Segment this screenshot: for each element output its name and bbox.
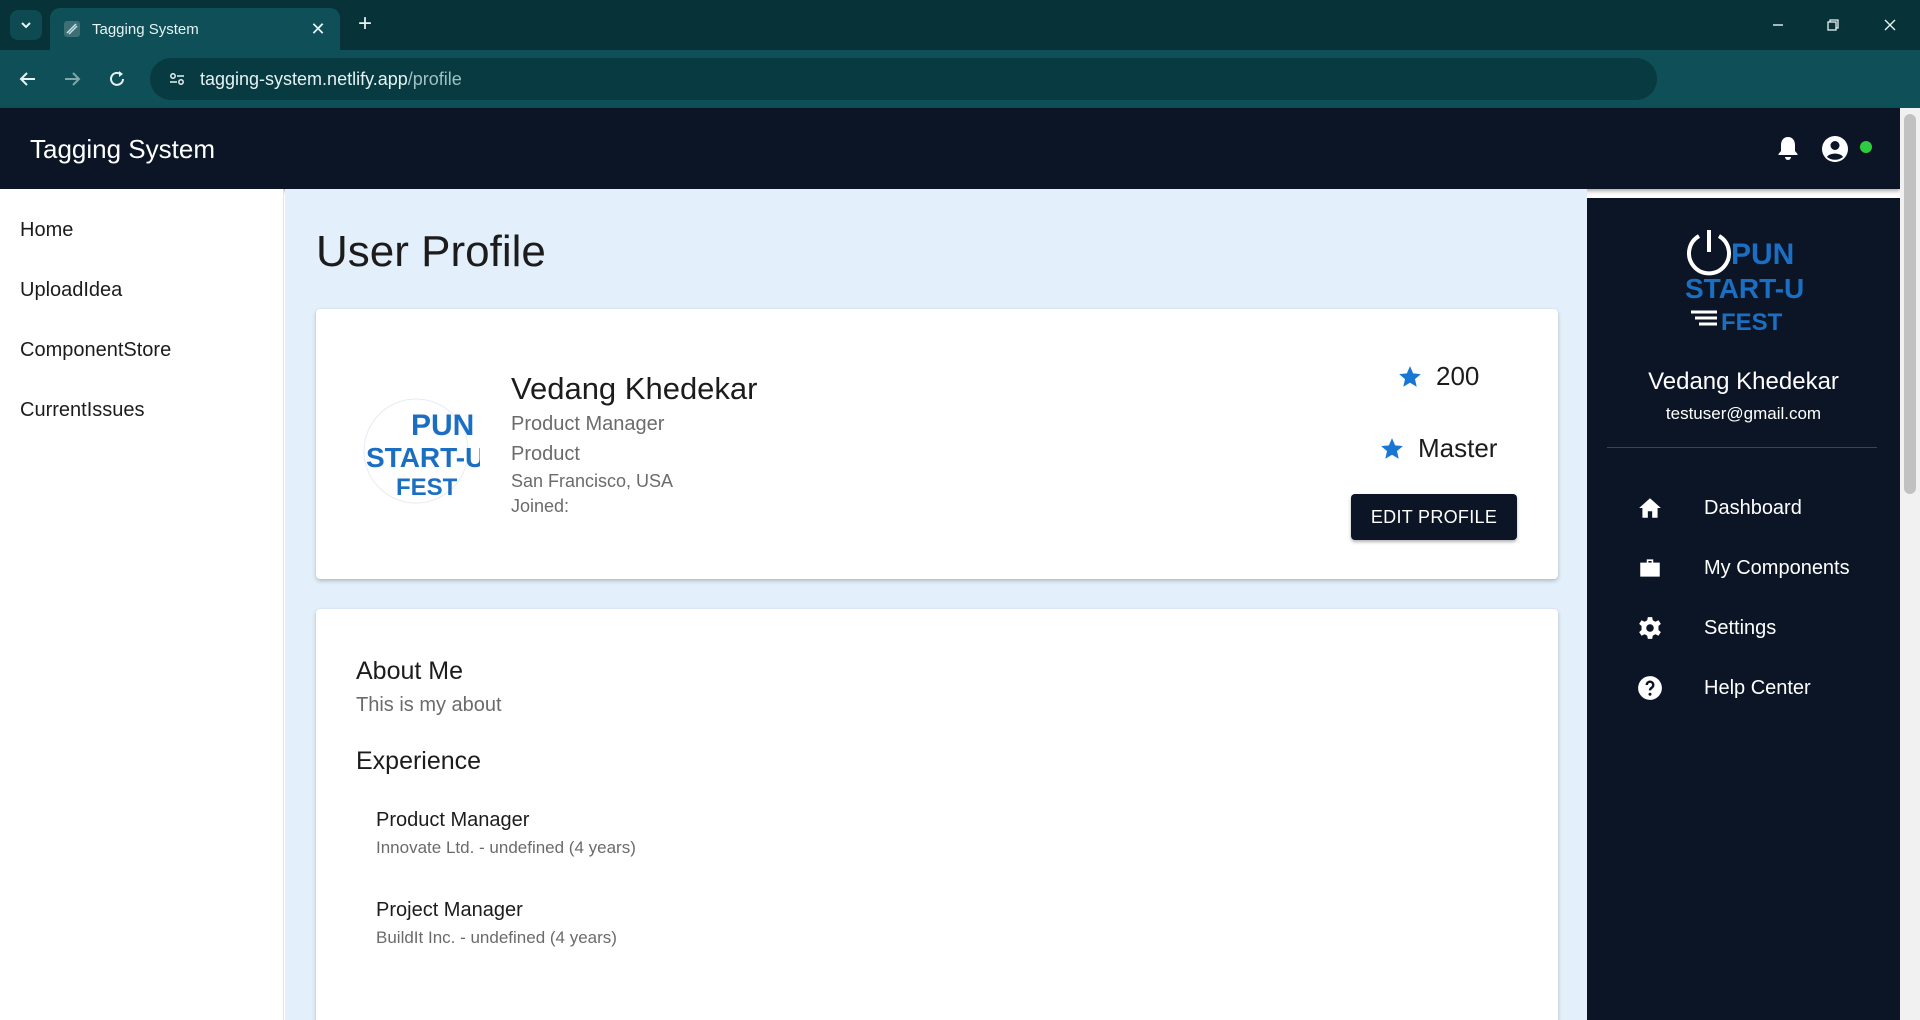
tab-search-button[interactable]	[10, 10, 42, 40]
experience-item: Product Manager Innovate Ltd. - undefine…	[376, 809, 636, 858]
points-value: 200	[1436, 361, 1480, 391]
briefcase-icon	[1635, 553, 1665, 583]
experience-detail: Innovate Ltd. - undefined (4 years)	[376, 838, 636, 857]
panel-item-settings[interactable]: Settings	[1635, 611, 1776, 645]
page-title: User Profile	[316, 227, 546, 276]
panel-item-help-center[interactable]: Help Center	[1635, 671, 1811, 705]
logo-text-pun: PUN	[1731, 238, 1794, 271]
minimize-button[interactable]	[1758, 10, 1798, 40]
right-profile-panel: PUN START-U FEST Vedang Khedekar testuse…	[1587, 198, 1900, 1020]
account-circle-icon	[1822, 136, 1848, 162]
panel-divider	[1607, 447, 1877, 448]
about-text: This is my about	[356, 694, 502, 716]
app-title[interactable]: Tagging System	[30, 134, 215, 165]
sidebar-item-uploadidea[interactable]: UploadIdea	[20, 279, 122, 302]
reload-icon	[110, 71, 124, 86]
sidebar-item-home[interactable]: Home	[20, 219, 73, 242]
close-icon	[1884, 19, 1896, 31]
panel-item-dashboard[interactable]: Dashboard	[1635, 491, 1802, 525]
level-value: Master	[1418, 433, 1498, 463]
arrow-right-icon	[65, 72, 81, 86]
experience-item: Project Manager BuildIt Inc. - undefined…	[376, 899, 617, 948]
logo-text-fest: FEST	[396, 474, 458, 501]
experience-role: Product Manager	[376, 809, 530, 831]
logo-text-start: START-U	[366, 442, 480, 473]
app-header: Tagging System	[0, 108, 1900, 189]
profile-role: Product Manager	[511, 413, 665, 435]
browser-toolbar: tagging-system.netlify.app/profile	[0, 50, 1920, 141]
minimize-icon	[1773, 24, 1783, 26]
panel-user-email: testuser@gmail.com	[1665, 404, 1822, 423]
page-scrollbar[interactable]	[1900, 108, 1920, 1020]
browser-window: Tagging System ✕ + tagging-system.netlif…	[0, 0, 1920, 1020]
main-content: User Profile PUN START-U FEST Vedang Khe…	[285, 189, 1587, 1020]
profile-joined: Joined:	[511, 496, 570, 516]
points-stat: 200	[1396, 361, 1479, 392]
gear-icon	[1635, 613, 1665, 643]
close-window-button[interactable]	[1870, 10, 1910, 40]
profile-department: Product	[511, 443, 580, 465]
help-icon	[1635, 673, 1665, 703]
tab-title: Tagging System	[92, 20, 199, 38]
profile-name: Vedang Khedekar	[511, 371, 758, 406]
profile-location: San Francisco, USA	[511, 471, 674, 491]
tab-strip: Tagging System ✕ +	[0, 0, 1920, 50]
panel-item-label: Dashboard	[1704, 496, 1802, 519]
logo-text-pun: PUN	[411, 409, 474, 442]
url-path: /profile	[407, 68, 462, 89]
logo-text-start: START-U	[1685, 273, 1804, 304]
reload-button[interactable]	[102, 64, 132, 94]
chevron-down-icon	[21, 22, 31, 29]
about-card: About Me This is my about Experience Pro…	[316, 609, 1558, 1020]
star-icon	[1396, 363, 1424, 391]
site-info-icon[interactable]	[164, 66, 190, 92]
new-tab-button[interactable]: +	[352, 12, 378, 38]
scrollbar-thumb[interactable]	[1904, 114, 1916, 494]
browser-tab[interactable]: Tagging System ✕	[50, 8, 340, 50]
home-icon	[1635, 493, 1665, 523]
close-tab-icon[interactable]: ✕	[308, 19, 328, 40]
address-bar[interactable]: tagging-system.netlify.app/profile	[150, 58, 1657, 100]
panel-user-name: Vedang Khedekar	[1648, 368, 1839, 395]
sidebar-item-componentstore[interactable]: ComponentStore	[20, 339, 171, 362]
sidebar-item-currentissues[interactable]: CurrentIssues	[20, 399, 145, 422]
tab-favicon-icon	[62, 19, 82, 39]
profile-avatar-logo: PUN START-U FEST	[363, 398, 480, 504]
star-icon	[1378, 435, 1406, 463]
left-sidebar: Home UploadIdea ComponentStore CurrentIs…	[0, 189, 284, 1020]
bell-icon	[1778, 137, 1798, 160]
forward-button[interactable]	[57, 64, 87, 94]
startup-fest-logo: PUN START-U FEST	[1685, 230, 1804, 336]
panel-item-label: Help Center	[1704, 676, 1811, 699]
restore-icon	[1827, 19, 1839, 31]
level-stat: Master	[1378, 433, 1497, 464]
arrow-left-icon	[19, 72, 35, 86]
panel-item-label: My Components	[1704, 556, 1850, 579]
edit-profile-button[interactable]: EDIT PROFILE	[1351, 494, 1517, 540]
back-button[interactable]	[13, 64, 43, 94]
experience-role: Project Manager	[376, 899, 523, 921]
about-title: About Me	[356, 657, 464, 685]
panel-item-label: Settings	[1704, 616, 1777, 639]
online-status-indicator	[1860, 141, 1872, 153]
restore-button[interactable]	[1813, 10, 1853, 40]
panel-item-my-components[interactable]: My Components	[1635, 551, 1850, 585]
experience-detail: BuildIt Inc. - undefined (4 years)	[376, 928, 617, 947]
logo-text-fest: FEST	[1721, 309, 1783, 336]
notifications-button[interactable]	[1773, 133, 1803, 163]
account-button[interactable]	[1818, 132, 1852, 166]
experience-title: Experience	[356, 747, 482, 775]
profile-card: PUN START-U FEST Vedang Khedekar Product…	[316, 309, 1558, 579]
url-host: tagging-system.netlify.app	[200, 68, 408, 89]
